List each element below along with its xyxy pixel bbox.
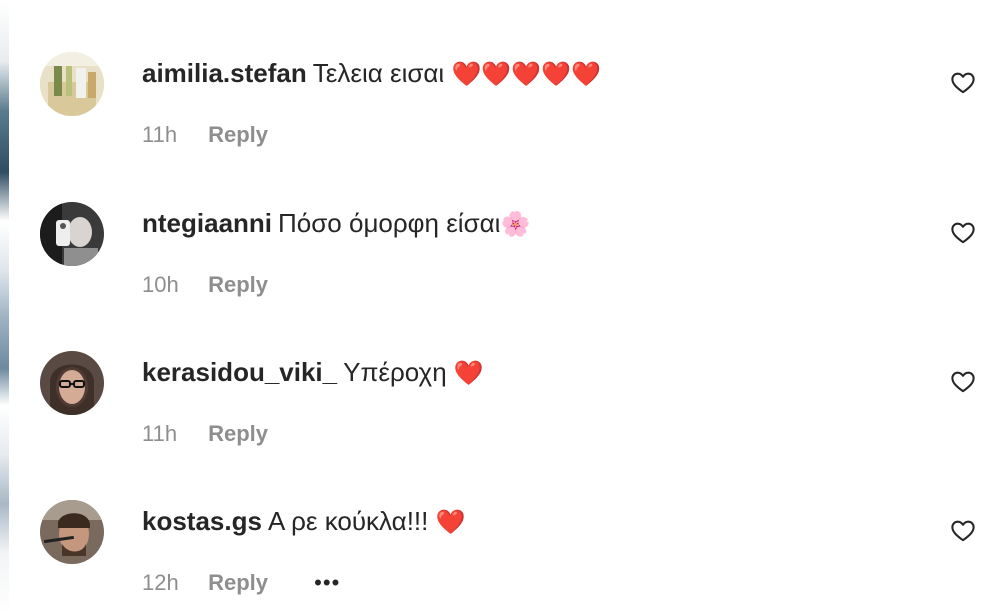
heart-outline-icon: [951, 222, 975, 244]
comment-emoji: ❤️❤️❤️❤️❤️: [451, 60, 601, 88]
like-button[interactable]: [950, 518, 976, 544]
avatar[interactable]: [40, 351, 104, 415]
reply-button[interactable]: Reply: [208, 570, 268, 595]
comment-timestamp: 11h: [142, 122, 178, 147]
comment-emoji: ❤️: [435, 508, 466, 536]
comment-emoji: ❤️: [453, 359, 484, 387]
comment-text: Πόσο όμορφη είσαι: [278, 208, 501, 238]
avatar[interactable]: [40, 52, 104, 116]
heart-outline-icon: [951, 72, 975, 94]
heart-outline-icon: [951, 520, 975, 542]
comment-meta: 10h Reply: [142, 272, 268, 298]
like-button[interactable]: [950, 220, 976, 246]
avatar[interactable]: [40, 500, 104, 564]
comment-timestamp: 10h: [142, 272, 179, 297]
post-image-edge: [0, 0, 9, 614]
comment-line: ntegiaanni Πόσο όμορφη είσαι🌸: [142, 207, 530, 240]
comment-emoji: 🌸: [500, 210, 531, 238]
comment-item: ntegiaanni Πόσο όμορφη είσαι🌸 10h Reply: [40, 202, 990, 312]
comment-item: aimilia.stefan Τελεια εισαι ❤️❤️❤️❤️❤️ 11…: [40, 52, 990, 162]
avatar-photo-icon: [40, 52, 104, 116]
comment-item: kerasidou_viki_ Υπέροχη ❤️ 11h Reply: [40, 351, 990, 461]
comment-username[interactable]: kerasidou_viki_: [142, 357, 337, 387]
comment-meta: 11h Reply: [142, 421, 268, 447]
comment-text: Α ρε κούκλα!!!: [267, 506, 429, 536]
like-button[interactable]: [950, 369, 976, 395]
comment-timestamp: 11h: [142, 421, 178, 446]
reply-button[interactable]: Reply: [208, 272, 268, 297]
avatar[interactable]: [40, 202, 104, 266]
heart-outline-icon: [951, 371, 975, 393]
comment-username[interactable]: aimilia.stefan: [142, 58, 307, 88]
like-button[interactable]: [950, 70, 976, 96]
comment-timestamp: 12h: [142, 570, 179, 595]
comment-line: kostas.gs Α ρε κούκλα!!! ❤️: [142, 505, 465, 538]
comment-text: Υπέροχη: [343, 357, 447, 387]
comment-text: Τελεια εισαι: [312, 58, 445, 88]
reply-button[interactable]: Reply: [208, 122, 268, 147]
avatar-photo-icon: [40, 351, 104, 415]
comment-meta: 12h Reply •••: [142, 570, 340, 596]
more-options-button[interactable]: •••: [314, 570, 340, 596]
avatar-photo-icon: [40, 500, 104, 564]
comments-panel: aimilia.stefan Τελεια εισαι ❤️❤️❤️❤️❤️ 11…: [0, 0, 992, 614]
reply-button[interactable]: Reply: [208, 421, 268, 446]
comment-item: kostas.gs Α ρε κούκλα!!! ❤️ 12h Reply •••: [40, 500, 990, 610]
comment-username[interactable]: kostas.gs: [142, 506, 262, 536]
comment-line: kerasidou_viki_ Υπέροχη ❤️: [142, 356, 484, 389]
avatar-photo-icon: [40, 202, 104, 266]
comment-username[interactable]: ntegiaanni: [142, 208, 272, 238]
comment-meta: 11h Reply: [142, 122, 268, 148]
comment-line: aimilia.stefan Τελεια εισαι ❤️❤️❤️❤️❤️: [142, 57, 601, 90]
